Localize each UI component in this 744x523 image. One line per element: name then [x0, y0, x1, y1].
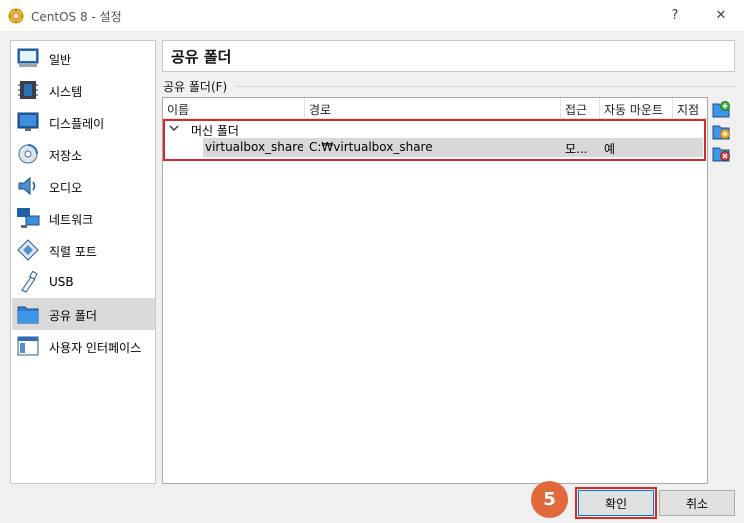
- sidebar-item-label: USB: [49, 275, 74, 289]
- sidebar-item-label: 시스템: [49, 85, 83, 99]
- share-path: C:₩virtualbox_share: [309, 140, 433, 154]
- chevron-down-icon[interactable]: [169, 123, 179, 133]
- tree-group-machine-folders[interactable]: 머신 폴더: [163, 119, 707, 138]
- table-row[interactable]: virtualbox_share C:₩virtualbox_share 모..…: [203, 138, 703, 157]
- sidebar-item-display[interactable]: 디스플레이: [12, 106, 155, 138]
- column-header-name[interactable]: 이름: [163, 98, 305, 119]
- help-button[interactable]: ?: [652, 0, 698, 31]
- sidebar-item-network[interactable]: 네트워크: [12, 202, 155, 234]
- network-icon: [17, 208, 40, 228]
- sidebar-item-serial-port[interactable]: 직렬 포트: [12, 234, 155, 266]
- settings-sidebar: 일반 시스템 디스플레이 저장소 오디오 네트워크 직렬 포트 USB 공유 폴…: [10, 40, 156, 484]
- sidebar-item-shared-folders[interactable]: 공유 폴더: [12, 298, 155, 330]
- ok-button[interactable]: 확인: [578, 490, 654, 516]
- general-monitor-icon: [17, 48, 39, 67]
- sidebar-item-label: 디스플레이: [49, 117, 105, 131]
- share-name: virtualbox_share: [205, 140, 303, 154]
- sidebar-item-audio[interactable]: 오디오: [12, 170, 155, 202]
- serial-port-icon: [17, 239, 39, 261]
- sidebar-item-label: 오디오: [49, 181, 83, 195]
- column-header-access[interactable]: 접근: [561, 98, 600, 119]
- window-title: CentOS 8 - 설정: [31, 10, 122, 24]
- tree-group-label: 머신 폴더: [191, 124, 239, 138]
- share-access: 모...: [565, 142, 588, 156]
- edit-share-icon[interactable]: [712, 122, 730, 140]
- sidebar-item-user-interface[interactable]: 사용자 인터페이스: [12, 330, 155, 362]
- display-monitor-icon: [17, 112, 39, 131]
- page-header: 공유 폴더: [162, 40, 735, 72]
- sidebar-item-label: 직렬 포트: [49, 245, 97, 259]
- storage-disk-icon: [18, 144, 38, 164]
- share-auto-mount: 예: [604, 142, 616, 156]
- virtualbox-gear-icon: [8, 8, 24, 24]
- column-header-auto-mount[interactable]: 자동 마운트: [600, 98, 673, 119]
- sidebar-item-system[interactable]: 시스템: [12, 74, 155, 106]
- audio-speaker-icon: [18, 176, 36, 196]
- user-interface-icon: [17, 336, 39, 356]
- sidebar-item-storage[interactable]: 저장소: [12, 138, 155, 170]
- sidebar-item-general[interactable]: 일반: [12, 42, 155, 74]
- remove-share-icon[interactable]: [712, 144, 730, 162]
- sidebar-item-label: 일반: [49, 53, 72, 67]
- close-button[interactable]: ✕: [698, 0, 744, 31]
- page-title: 공유 폴더: [171, 48, 232, 66]
- sidebar-item-label: 저장소: [49, 149, 83, 163]
- cancel-button[interactable]: 취소: [659, 490, 735, 516]
- add-share-icon[interactable]: [712, 100, 730, 118]
- title-bar: CentOS 8 - 설정 ? ✕: [0, 0, 744, 31]
- tree-header: 이름 경로 접근 자동 마운트 지점: [163, 98, 707, 119]
- column-header-mount-point[interactable]: 지점: [673, 98, 707, 119]
- column-header-path[interactable]: 경로: [305, 98, 561, 119]
- shared-folders-group-label: 공유 폴더(F): [163, 78, 232, 95]
- system-chip-icon: [18, 81, 38, 99]
- step-badge: 5: [531, 481, 568, 518]
- shared-folders-tree[interactable]: 이름 경로 접근 자동 마운트 지점 머신 폴더 virtualbox_shar…: [162, 97, 708, 484]
- sidebar-item-label: 네트워크: [49, 213, 94, 227]
- sidebar-item-usb[interactable]: USB: [12, 266, 155, 298]
- sidebar-item-label: 사용자 인터페이스: [49, 341, 142, 355]
- sidebar-item-label: 공유 폴더: [49, 309, 97, 323]
- group-divider: [236, 86, 735, 87]
- shared-folder-icon: [17, 306, 39, 324]
- usb-icon: [21, 270, 38, 293]
